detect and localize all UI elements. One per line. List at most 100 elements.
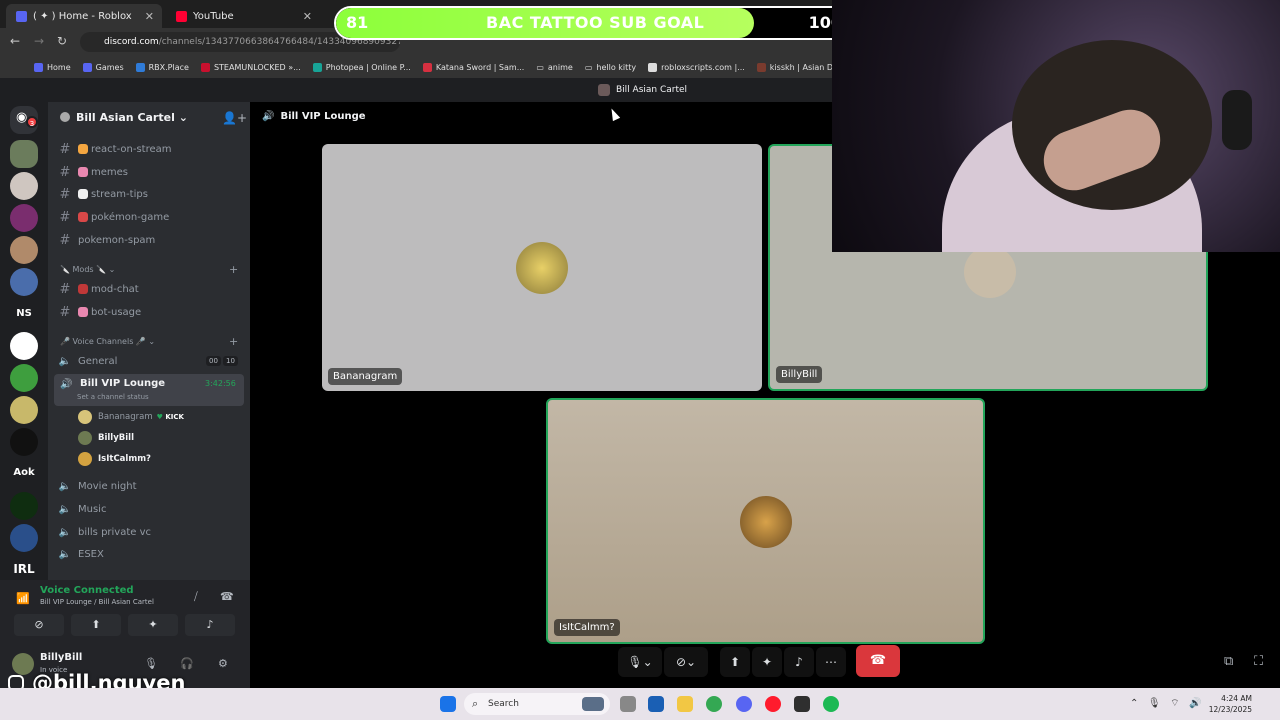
taskbar-app-icon[interactable]: [648, 696, 664, 712]
channel-memes[interactable]: # memes: [56, 162, 246, 182]
close-tab-icon[interactable]: ✕: [145, 10, 154, 23]
popout-icon[interactable]: ⧉: [1224, 654, 1233, 669]
voice-channel-movie-night[interactable]: 🔈 Movie night: [56, 476, 246, 496]
taskbar-app-icon[interactable]: [794, 696, 810, 712]
back-arrow-icon[interactable]: ←: [10, 34, 20, 48]
video-tile-bananagram[interactable]: Bananagram: [322, 144, 762, 391]
reload-icon[interactable]: ↻: [57, 34, 67, 48]
tab-label: ( ✦ ) Home - Roblox: [33, 10, 132, 22]
bookmark-katana[interactable]: Katana Sword | Sam...: [422, 62, 524, 72]
avatar: [78, 410, 92, 424]
mic-icon[interactable]: 🎙: [144, 657, 158, 670]
add-channel-icon[interactable]: +: [229, 263, 238, 276]
voice-connected-label[interactable]: Voice Connected: [40, 585, 134, 596]
category-mods[interactable]: 🔪 Mods 🔪 ⌄: [60, 265, 115, 274]
kick-tag: ♥ KICK: [156, 413, 184, 421]
server-icon[interactable]: [10, 268, 38, 296]
server-icon-bill-asian-cartel[interactable]: [10, 140, 38, 168]
close-tab-icon[interactable]: ✕: [303, 10, 312, 23]
server-icon[interactable]: [10, 364, 38, 392]
user-name: BillyBill: [40, 652, 83, 663]
gear-icon[interactable]: ⚙: [218, 657, 228, 670]
guild-header[interactable]: Bill Asian Cartel ⌄: [60, 111, 188, 124]
server-icon-kick[interactable]: [10, 492, 38, 520]
avatar: [516, 242, 568, 294]
set-status-link[interactable]: Set a channel status: [77, 393, 149, 401]
add-channel-icon[interactable]: +: [229, 335, 238, 348]
chrome-icon[interactable]: [706, 696, 722, 712]
soundboard-button[interactable]: ♪: [784, 647, 814, 677]
spotify-icon[interactable]: [823, 696, 839, 712]
tab-roblox[interactable]: ( ✦ ) Home - Roblox ✕: [6, 4, 162, 28]
forward-arrow-icon[interactable]: →: [34, 34, 44, 48]
channel-stream-tips[interactable]: # stream-tips: [56, 184, 246, 204]
bookmark-photopea[interactable]: Photopea | Online P...: [312, 62, 411, 72]
headphones-icon[interactable]: 🎧: [180, 657, 194, 670]
bookmark-steamunlocked[interactable]: STEAMUNLOCKED »...: [200, 62, 301, 72]
server-icon[interactable]: [10, 236, 38, 264]
speaker-icon: 🔊: [262, 111, 275, 122]
server-icon-ns[interactable]: NS: [10, 308, 38, 319]
end-call-button[interactable]: ☎: [856, 645, 900, 677]
sub-goal-current: 81: [346, 13, 369, 32]
video-tile-isitcalmm[interactable]: IsItCalmm?: [546, 398, 985, 644]
invite-icon[interactable]: 👤+: [222, 111, 247, 125]
channel-pokemon-spam[interactable]: # pokemon-spam: [56, 230, 246, 250]
vc-user-billybill[interactable]: BillyBill: [78, 430, 134, 446]
more-icon[interactable]: ⋯: [816, 647, 846, 677]
dm-badge: 3: [26, 116, 38, 128]
activities-button[interactable]: ✦: [128, 614, 178, 636]
avatar: [740, 496, 792, 548]
server-icon[interactable]: [10, 428, 38, 456]
bookmark-rbxplace[interactable]: RBX.Place: [135, 62, 189, 72]
fullscreen-icon[interactable]: ⛶: [1254, 654, 1263, 669]
channel-mod-chat[interactable]: # mod-chat: [56, 279, 246, 299]
voice-channel-music[interactable]: 🔈 Music: [56, 499, 246, 519]
channel-react-on-stream[interactable]: # react-on-stream: [56, 139, 246, 159]
mic-toggle-button[interactable]: 🎙⌄: [618, 647, 662, 677]
disconnect-icon[interactable]: ☎: [220, 590, 234, 603]
category-voice[interactable]: 🎤 Voice Channels 🎤 ⌄: [60, 337, 155, 346]
activities-button[interactable]: ✦: [752, 647, 782, 677]
bookmark-folder-hello-kitty[interactable]: ▭ hello kitty: [585, 63, 636, 72]
camera-toggle-button[interactable]: ⊘⌄: [664, 647, 708, 677]
server-icon[interactable]: [10, 396, 38, 424]
bookmark-games[interactable]: Games: [82, 62, 124, 72]
taskbar-clock[interactable]: 4:24 AM 12/23/2025: [1208, 693, 1252, 715]
voice-channel-esex[interactable]: 🔈 ESEX: [56, 544, 246, 564]
server-icon-aok[interactable]: Aok: [10, 467, 38, 478]
camera-off-button[interactable]: ⊘: [14, 614, 64, 636]
file-explorer-icon[interactable]: [677, 696, 693, 712]
windows-start-icon[interactable]: [440, 696, 456, 712]
voice-channel-bills-private[interactable]: 🔈 bills private vc: [56, 522, 246, 542]
opera-icon[interactable]: [765, 696, 781, 712]
speaker-icon: 🔈: [58, 526, 72, 538]
tab-label: YouTube: [193, 10, 234, 22]
taskbar-app-icon[interactable]: [620, 696, 636, 712]
vc-user-isitcalmm[interactable]: IsItCalmm?: [78, 451, 151, 467]
screenshare-button[interactable]: ⬆: [720, 647, 750, 677]
server-icon-irl[interactable]: IRL: [10, 562, 38, 576]
tab-youtube[interactable]: YouTube ✕: [166, 4, 320, 28]
server-icon[interactable]: [10, 172, 38, 200]
folder-icon: ▭: [584, 62, 593, 72]
vc-user-bananagram[interactable]: Bananagram ♥ KICK: [78, 409, 184, 425]
noise-suppression-icon[interactable]: ⧸: [194, 590, 198, 604]
speaker-icon: 🔈: [58, 548, 72, 560]
system-tray[interactable]: ⌃ 🎙 ⌔ 🔊: [1130, 697, 1202, 710]
server-icon[interactable]: [10, 524, 38, 552]
server-icon[interactable]: [10, 332, 38, 360]
discord-icon[interactable]: [736, 696, 752, 712]
hash-icon: #: [59, 281, 71, 297]
signal-icon[interactable]: 📶: [16, 592, 30, 605]
channel-pokemon-game[interactable]: # pokémon-game: [56, 207, 246, 227]
bookmark-folder-anime[interactable]: ▭ anime: [536, 63, 572, 72]
server-icon[interactable]: [10, 204, 38, 232]
screenshare-button[interactable]: ⬆: [71, 614, 121, 636]
bookmark-home[interactable]: Home: [34, 62, 71, 72]
sub-goal-title: BAC TATTOO SUB GOAL: [486, 13, 705, 32]
hash-icon: #: [59, 141, 71, 157]
soundboard-button[interactable]: ♪: [185, 614, 235, 636]
channel-bot-usage[interactable]: # bot-usage: [56, 302, 246, 322]
bookmark-robloxscripts[interactable]: robloxscripts.com |...: [648, 62, 745, 72]
